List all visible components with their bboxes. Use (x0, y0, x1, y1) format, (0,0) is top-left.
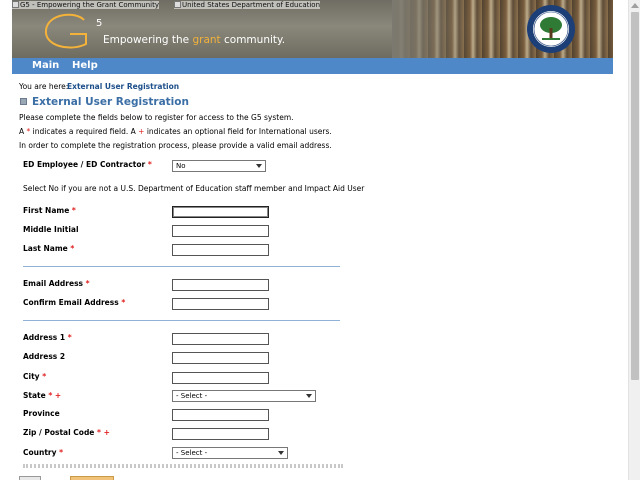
banner-alt-text-2: United States Department of Education (182, 1, 321, 9)
email-label: Email Address * (23, 279, 90, 288)
state-selected-value: - Select - (176, 392, 208, 400)
last-name-label: Last Name * (23, 244, 74, 253)
middle-initial-field[interactable] (172, 225, 269, 237)
country-selected-value: - Select - (176, 449, 208, 457)
chevron-down-icon (306, 394, 312, 398)
label-text: ED Employee / ED Contractor (23, 160, 146, 169)
main-nav-bar: Main Help (12, 58, 613, 74)
logo-superscript: 5 (96, 18, 102, 29)
zip-field[interactable] (172, 428, 269, 440)
zip-label: Zip / Postal Code * + (23, 428, 110, 437)
intro-line-3: In order to complete the registration pr… (19, 141, 332, 150)
scrollbar-thumb[interactable] (631, 12, 639, 380)
required-marker: * (67, 333, 72, 342)
required-marker: * (147, 160, 152, 169)
ed-employee-selected-value: No (176, 162, 186, 170)
label-text: Zip / Postal Code (23, 428, 95, 437)
required-marker: * (42, 372, 47, 381)
vertical-scrollbar[interactable] (628, 0, 640, 480)
primary-button[interactable] (70, 476, 114, 480)
city-label: City * (23, 372, 46, 381)
address1-field[interactable] (172, 333, 269, 345)
banner-tagline: Empowering the grant community. (103, 34, 285, 46)
tagline-highlight: grant (192, 34, 221, 46)
ed-employee-label: ED Employee / ED Contractor * (23, 160, 152, 169)
required-marker: * (121, 298, 126, 307)
label-text: Email Address (23, 279, 84, 288)
confirm-email-field[interactable] (172, 298, 269, 310)
banner-image-alt-text: G5 - Empowering the Grant Community (12, 1, 160, 9)
label-text: Confirm Email Address (23, 298, 119, 307)
form-footer-divider (23, 464, 343, 468)
site-banner: G5 - Empowering the Grant Community Unit… (12, 0, 613, 58)
ed-employee-helper-text: Select No if you are not a U.S. Departme… (23, 184, 365, 193)
province-label: Province (23, 409, 60, 418)
banner-fade (392, 0, 472, 58)
ed-employee-select[interactable]: No (172, 160, 266, 172)
department-of-education-seal-icon (527, 5, 575, 53)
label-text: Country (23, 448, 57, 457)
label-text: City (23, 372, 40, 381)
chevron-down-icon (278, 451, 284, 455)
state-label: State * + (23, 391, 61, 400)
first-name-label: First Name * (23, 206, 76, 215)
label-text: First Name (23, 206, 70, 215)
country-label: Country * (23, 448, 63, 457)
tagline-pre: Empowering the (103, 34, 193, 46)
address2-label: Address 2 (23, 352, 66, 361)
breadcrumb-prefix: You are here: (19, 82, 69, 91)
required-marker: * (85, 279, 90, 288)
chevron-down-icon (256, 164, 262, 168)
intro-text: indicates a required field. A (30, 127, 139, 136)
required-marker: * (71, 206, 76, 215)
province-field[interactable] (172, 409, 269, 421)
ed-image-alt-text: United States Department of Education (174, 1, 321, 9)
page-title: External User Registration (32, 96, 189, 108)
broken-image-icon (174, 1, 181, 8)
state-select[interactable]: - Select - (172, 390, 316, 402)
city-field[interactable] (172, 372, 269, 384)
confirm-email-label: Confirm Email Address * (23, 298, 125, 307)
label-text: State (23, 391, 46, 400)
nav-item-main[interactable]: Main (32, 60, 59, 71)
intro-line-2: A * indicates a required field. A + indi… (19, 127, 332, 136)
section-divider (23, 266, 340, 267)
intro-line-1: Please complete the fields below to regi… (19, 113, 294, 122)
page-title-icon (20, 98, 27, 105)
middle-initial-label: Middle Initial (23, 225, 79, 234)
intro-text: indicates an optional field for Internat… (144, 127, 332, 136)
required-marker: * (59, 448, 64, 457)
label-text: Last Name (23, 244, 68, 253)
international-marker: + (54, 391, 62, 400)
required-marker: * (70, 244, 75, 253)
banner-alt-text-1: G5 - Empowering the Grant Community (20, 1, 160, 9)
intro-text: A (19, 127, 27, 136)
required-marker: * (48, 391, 53, 400)
required-marker: * (97, 428, 101, 437)
tagline-post: community. (220, 34, 286, 46)
breadcrumb-current-link[interactable]: External User Registration (67, 82, 179, 91)
country-select[interactable]: - Select - (172, 447, 288, 459)
secondary-button[interactable] (19, 476, 41, 480)
section-divider (23, 320, 340, 321)
international-marker: + (103, 428, 110, 437)
last-name-field[interactable] (172, 244, 269, 256)
label-text: Address 1 (23, 333, 66, 342)
broken-image-icon (12, 1, 19, 8)
scroll-up-arrow-icon[interactable] (631, 3, 639, 8)
address2-field[interactable] (172, 352, 269, 364)
email-field[interactable] (172, 279, 269, 291)
g5-logo-icon: 5 (44, 13, 102, 49)
address1-label: Address 1 * (23, 333, 72, 342)
first-name-field[interactable] (172, 206, 269, 218)
nav-item-help[interactable]: Help (72, 60, 98, 71)
